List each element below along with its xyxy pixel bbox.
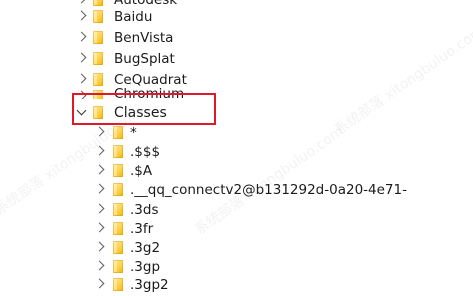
folder-icon (113, 260, 123, 273)
tree-item-dollar[interactable]: .$$$ (0, 142, 473, 163)
tree-item-3fr[interactable]: .3fr (0, 219, 473, 240)
tree-item-3gp2[interactable]: .3gp2 (0, 275, 473, 296)
tree-item-classes[interactable]: Classes (0, 103, 473, 124)
chevron-right-icon[interactable] (94, 183, 105, 194)
tree-item-label: .3gp (130, 259, 161, 275)
tree-item-baidu[interactable]: Baidu (0, 7, 473, 28)
tree-item-label: BugSplat (114, 51, 175, 67)
chevron-right-icon[interactable] (94, 164, 105, 175)
registry-key-tree: Autodesk Baidu BenVista BugSplat CeQuadr… (0, 0, 473, 293)
chevron-right-icon[interactable] (76, 0, 87, 4)
chevron-right-icon[interactable] (76, 90, 87, 99)
chevron-right-icon[interactable] (94, 241, 105, 252)
tree-item-label: .$A (130, 163, 153, 179)
chevron-down-icon[interactable] (76, 105, 87, 116)
folder-icon (93, 0, 103, 6)
folder-icon (93, 73, 103, 86)
tree-item-3g2[interactable]: .3g2 (0, 238, 473, 259)
tree-item-label: .3fr (130, 221, 154, 237)
tree-item-label: .__qq_connectv2@b131292d-0a20-4e71- (130, 182, 407, 198)
tree-item-chromium[interactable]: Chromium (0, 87, 473, 99)
tree-item-label: BenVista (114, 30, 174, 46)
chevron-right-icon[interactable] (94, 203, 105, 214)
folder-icon (113, 203, 123, 216)
chevron-right-icon[interactable] (76, 52, 87, 63)
chevron-right-icon[interactable] (76, 10, 87, 21)
folder-icon (93, 10, 103, 23)
folder-icon (93, 106, 103, 119)
tree-item-label: Baidu (114, 9, 153, 25)
chevron-right-icon[interactable] (76, 73, 87, 84)
tree-item-label: Classes (114, 105, 167, 121)
folder-icon (93, 31, 103, 44)
chevron-right-icon[interactable] (94, 260, 105, 271)
tree-item-dollar-a[interactable]: .$A (0, 161, 473, 182)
folder-icon (113, 241, 123, 254)
tree-item-label: .3g2 (130, 240, 161, 256)
tree-item-label: .3ds (130, 202, 159, 218)
tree-item-label: * (130, 125, 137, 141)
folder-icon (113, 278, 123, 291)
chevron-right-icon[interactable] (94, 145, 105, 156)
folder-icon (113, 183, 123, 196)
tree-item-label: .$$$ (130, 144, 161, 160)
folder-icon (93, 90, 103, 99)
folder-icon (113, 126, 123, 139)
chevron-right-icon[interactable] (76, 31, 87, 42)
tree-item-asterisk[interactable]: * (0, 123, 473, 144)
tree-item-3ds[interactable]: .3ds (0, 200, 473, 221)
chevron-right-icon[interactable] (94, 278, 105, 289)
tree-item-label: Chromium (114, 87, 185, 99)
folder-icon (113, 164, 123, 177)
folder-icon (113, 222, 123, 235)
tree-item-bugsplat[interactable]: BugSplat (0, 49, 473, 70)
folder-icon (113, 145, 123, 158)
tree-item-qq-connect[interactable]: .__qq_connectv2@b131292d-0a20-4e71- (0, 180, 473, 201)
tree-item-benvista[interactable]: BenVista (0, 28, 473, 49)
chevron-right-icon[interactable] (94, 126, 105, 137)
chevron-right-icon[interactable] (94, 222, 105, 233)
folder-icon (93, 52, 103, 65)
tree-item-label: .3gp2 (130, 277, 169, 293)
